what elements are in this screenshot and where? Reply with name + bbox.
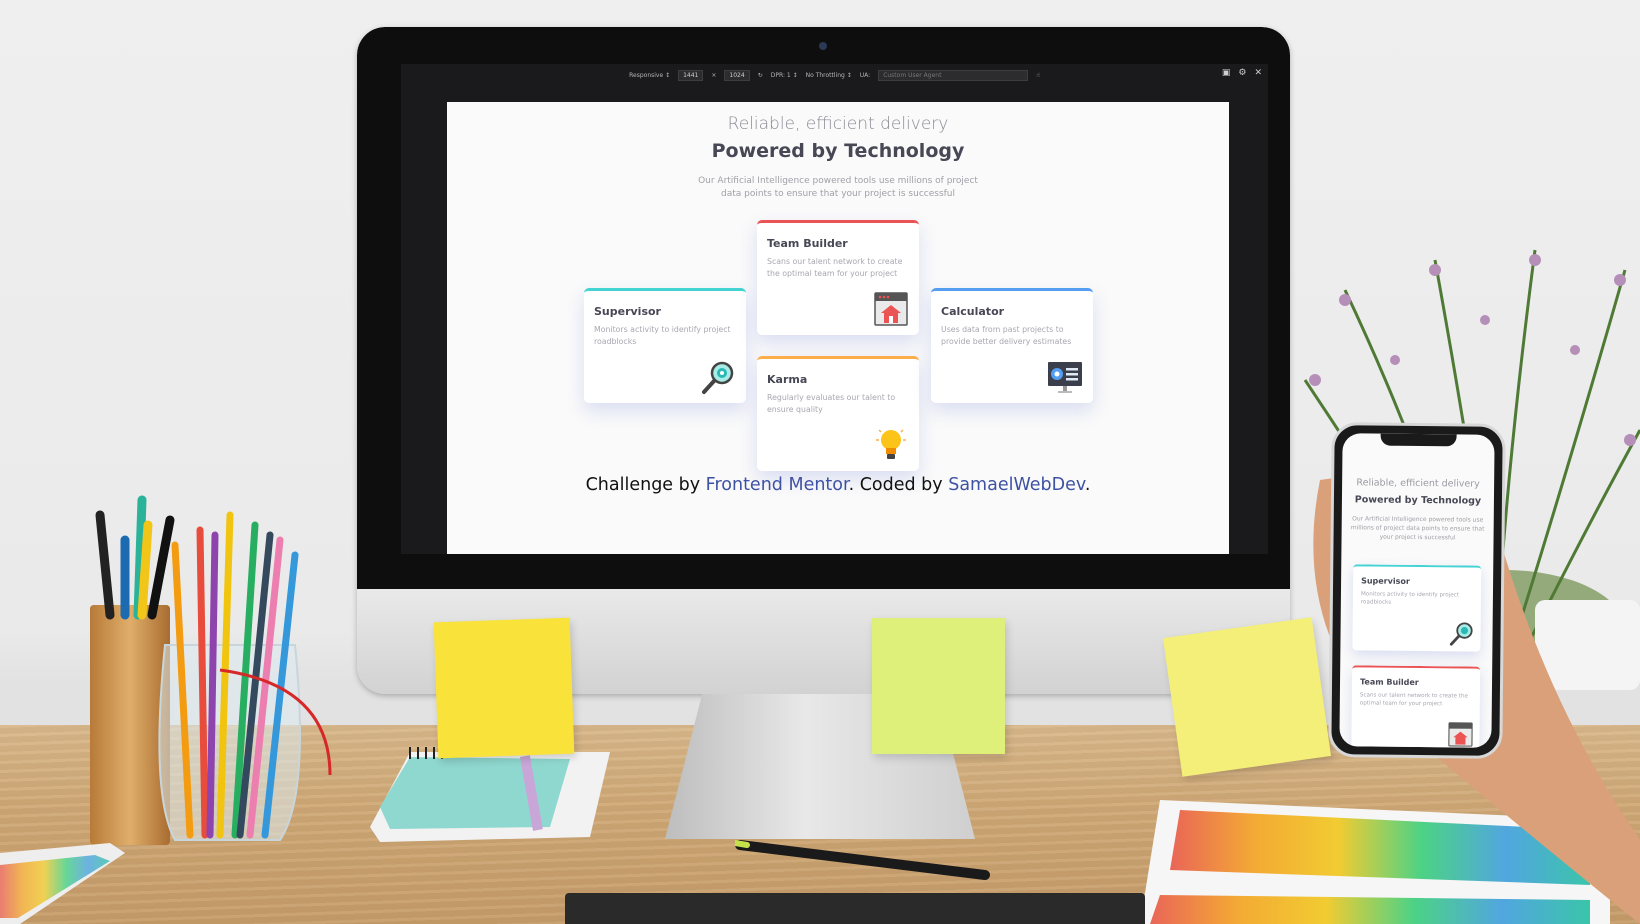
magnifier-icon <box>702 361 734 394</box>
sticky-note-yellow <box>433 617 575 759</box>
mobile-section-subtitle: Reliable, efficient delivery <box>1356 477 1480 490</box>
mobile-card-supervisor: Supervisor Monitors activity to identify… <box>1352 564 1482 652</box>
device-mode-select[interactable]: Responsive ↕ <box>629 72 670 79</box>
sticky-note-green <box>872 618 1005 754</box>
ua-label: UA: <box>859 71 871 79</box>
team-builder-icon <box>874 292 908 326</box>
pencil-cup-image <box>90 495 332 845</box>
section-subtitle: Reliable, efficient delivery <box>727 114 949 134</box>
close-icon[interactable]: ✕ <box>1254 68 1262 78</box>
devtools-toolbar: Responsive ↕ 1441 × 1024 ↻ DPR: 1 ↕ No T… <box>401 64 1268 86</box>
card-title: Karma <box>767 373 808 386</box>
calculator-icon <box>1048 362 1082 393</box>
phone-notch <box>1380 433 1457 447</box>
attribution-middle: . Coded by <box>848 475 949 495</box>
card-team-builder: Team Builder Scans our talent network to… <box>757 220 919 335</box>
mobile-section-description: Our Artificial Intelligence powered tool… <box>1350 515 1485 542</box>
card-text: Uses data from past projects to provide … <box>941 325 1072 346</box>
height-input[interactable]: 1024 <box>724 69 750 81</box>
attribution: Challenge by Frontend Mentor. Coded by S… <box>447 475 1229 495</box>
settings-icon[interactable]: ⚙ <box>1238 68 1246 78</box>
card-text: Monitors activity to identify project ro… <box>594 325 731 346</box>
frontend-mentor-link[interactable]: Frontend Mentor <box>706 475 849 495</box>
screenshot-icon[interactable]: ▣ <box>1222 68 1231 78</box>
mobile-section-title: Powered by Technology <box>1354 494 1482 507</box>
card-text: Monitors activity to identify project ro… <box>1360 591 1459 606</box>
dpr-select[interactable]: DPR: 1 ↕ <box>771 72 798 79</box>
section-description: Our Artificial Intelligence powered tool… <box>698 176 978 199</box>
phone: Reliable, efficient delivery Powered by … <box>1328 422 1506 759</box>
card-title: Team Builder <box>767 237 848 250</box>
magnifier-icon <box>1449 622 1473 646</box>
card-title: Calculator <box>941 305 1005 318</box>
rotate-icon[interactable]: ↻ <box>758 72 763 79</box>
mobile-card-team-builder: Team Builder Scans our talent network to… <box>1351 665 1481 748</box>
attribution-suffix: . <box>1084 475 1091 495</box>
lightbulb-icon <box>876 429 906 459</box>
card-text: Regularly evaluates our talent to ensure… <box>767 393 896 414</box>
card-title: Team Builder <box>1359 677 1419 688</box>
mobile-viewport: Reliable, efficient delivery Powered by … <box>1339 433 1495 748</box>
throttling-select[interactable]: No Throttling ↕ <box>806 72 852 79</box>
card-text: Scans our talent network to create the o… <box>767 257 903 278</box>
section-title: Powered by Technology <box>711 140 965 162</box>
website-viewport: Reliable, efficient delivery Powered by … <box>447 102 1229 554</box>
pen-image <box>735 840 990 880</box>
card-text: Scans our talent network to create the o… <box>1359 692 1469 708</box>
user-agent-input[interactable]: Custom User Agent <box>878 69 1029 81</box>
team-builder-icon <box>1448 722 1473 747</box>
card-title: Supervisor <box>1361 576 1410 586</box>
dimension-separator: × <box>711 71 717 79</box>
card-karma: Karma Regularly evaluates our talent to … <box>757 356 919 471</box>
tablet-image <box>0 843 125 924</box>
author-link[interactable]: SamaelWebDev <box>948 475 1085 495</box>
keyboard-image <box>565 893 1145 924</box>
width-input[interactable]: 1441 <box>678 69 704 81</box>
notebook-image <box>370 747 610 842</box>
card-title: Supervisor <box>594 305 661 318</box>
card-supervisor: Supervisor Monitors activity to identify… <box>584 288 746 403</box>
card-calculator: Calculator Uses data from past projects … <box>931 288 1093 403</box>
attribution-prefix: Challenge by <box>585 475 706 495</box>
devtools-actions: ▣ ⚙ ✕ <box>1222 68 1262 78</box>
camera-icon <box>819 42 827 50</box>
touch-icon[interactable]: ☝ <box>1036 72 1040 79</box>
